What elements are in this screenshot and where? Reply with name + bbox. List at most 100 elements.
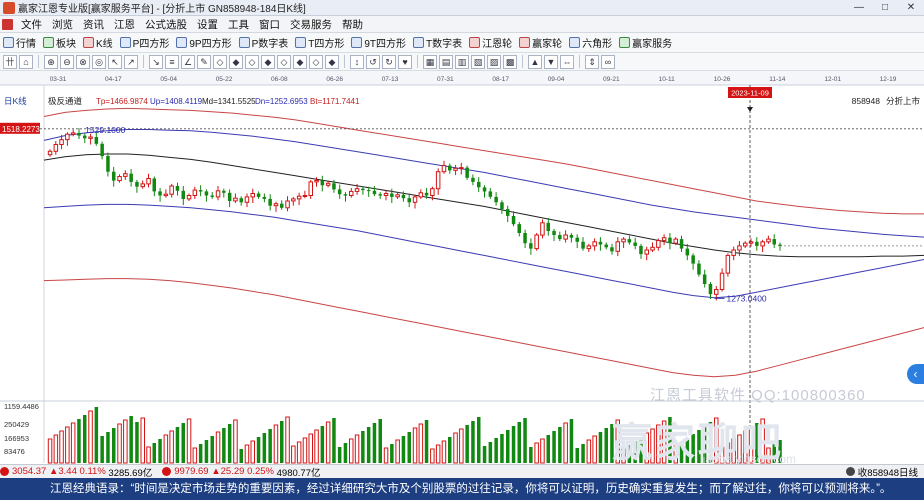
app-menu-icon[interactable] bbox=[2, 18, 13, 30]
candle-body bbox=[186, 195, 192, 200]
draw-tool-0-icon[interactable]: 卄 bbox=[3, 54, 17, 69]
candle-body bbox=[106, 156, 110, 172]
kline-chart[interactable]: 03-31 04-17 05-04 05-22 06-08 06-26 07-13 07-31… bbox=[0, 71, 924, 464]
draw-tool-7-icon[interactable]: ↗ bbox=[124, 54, 138, 69]
index2-change: ▲25.29 bbox=[211, 466, 245, 477]
menu-settings[interactable]: 设置 bbox=[192, 17, 223, 32]
volume-bar bbox=[100, 436, 104, 463]
toolbar-item-7[interactable]: 9T四方形 bbox=[351, 35, 406, 50]
toolbar-item-4[interactable]: 9P四方形 bbox=[176, 35, 232, 50]
draw-tool-18-icon[interactable]: ◇ bbox=[309, 54, 323, 69]
candle-body bbox=[227, 192, 232, 201]
menu-help[interactable]: 帮助 bbox=[337, 17, 368, 32]
toolbar-item-8[interactable]: T数字表 bbox=[413, 35, 462, 50]
toolbar-item-11[interactable]: 六角形 bbox=[569, 35, 612, 50]
draw-tool-5-icon[interactable]: ◎ bbox=[92, 54, 106, 69]
toolbar-item-label: P四方形 bbox=[132, 39, 170, 50]
draw-tool-9-icon[interactable]: ≡ bbox=[165, 54, 179, 69]
date-tick-label: 08-17 bbox=[492, 76, 509, 83]
volume-bar bbox=[112, 428, 116, 463]
draw-tool-8-icon[interactable]: ↘ bbox=[149, 54, 163, 69]
draw-tool-14-icon[interactable]: ◇ bbox=[245, 54, 259, 69]
draw-tool-29-icon[interactable]: ▩ bbox=[503, 54, 517, 69]
draw-tool-25-icon[interactable]: ▤ bbox=[439, 54, 453, 69]
menu-gann[interactable]: 江恩 bbox=[109, 17, 140, 32]
scroll-left-button[interactable]: ‹ bbox=[907, 364, 924, 384]
volume-bar bbox=[233, 419, 238, 464]
toolbar-item-6[interactable]: T四方形 bbox=[295, 35, 344, 50]
draw-tool-15-icon[interactable]: ◆ bbox=[261, 54, 275, 69]
candle-body bbox=[407, 198, 411, 203]
volume-bar bbox=[320, 426, 325, 463]
candle-body bbox=[656, 240, 661, 248]
draw-tool-23-icon[interactable]: ♥ bbox=[398, 54, 412, 69]
menu-browse[interactable]: 浏览 bbox=[47, 17, 78, 32]
candle-body bbox=[592, 241, 597, 247]
menu-formula[interactable]: 公式选股 bbox=[140, 17, 192, 32]
maximize-button[interactable]: □ bbox=[872, 0, 898, 16]
draw-tool-24-icon[interactable]: ▦ bbox=[423, 54, 437, 69]
toolbar-item-9[interactable]: 江恩轮 bbox=[469, 35, 512, 50]
draw-tool-12-icon[interactable]: ◇ bbox=[213, 54, 227, 69]
toolbar-item-10[interactable]: 赢家轮 bbox=[519, 35, 562, 50]
draw-tool-27-icon[interactable]: ▧ bbox=[471, 54, 485, 69]
draw-tool-30-icon[interactable]: ▲ bbox=[528, 54, 542, 69]
volume-bar bbox=[314, 429, 319, 464]
candle-body bbox=[210, 195, 214, 197]
candle-body bbox=[112, 171, 116, 181]
menu-info[interactable]: 资讯 bbox=[78, 17, 109, 32]
toolbar-item-12[interactable]: 赢家服务 bbox=[619, 35, 672, 50]
menu-file[interactable]: 文件 bbox=[16, 17, 47, 32]
toolbar-item-0[interactable]: 行情 bbox=[3, 35, 36, 50]
date-tick-label: 06-08 bbox=[271, 76, 288, 83]
toolbar-item-3[interactable]: P四方形 bbox=[119, 35, 170, 50]
draw-tool-21-icon[interactable]: ↺ bbox=[366, 54, 380, 69]
volume-bar bbox=[529, 447, 533, 463]
menu-window[interactable]: 窗口 bbox=[254, 17, 285, 32]
draw-tool-3-icon[interactable]: ⊖ bbox=[60, 54, 74, 69]
close-button[interactable]: ✕ bbox=[898, 0, 924, 16]
candle-body bbox=[239, 198, 243, 203]
minimize-button[interactable]: — bbox=[846, 0, 872, 16]
draw-tool-10-icon[interactable]: ∠ bbox=[181, 54, 195, 69]
draw-tool-28-icon[interactable]: ▨ bbox=[487, 54, 501, 69]
draw-tool-20-icon[interactable]: ↕ bbox=[350, 54, 364, 69]
candle-body bbox=[302, 195, 308, 197]
volume-bar bbox=[598, 432, 603, 463]
draw-tool-34-icon[interactable]: ∞ bbox=[601, 54, 615, 69]
draw-tool-17-icon[interactable]: ◆ bbox=[293, 54, 307, 69]
draw-tool-32-icon[interactable]: ⇔ bbox=[560, 54, 574, 69]
toolbar-item-5[interactable]: P数字表 bbox=[238, 35, 288, 50]
draw-tool-4-icon[interactable]: ⊗ bbox=[76, 54, 90, 69]
date-tick-label: 05-04 bbox=[160, 76, 177, 83]
volume-bar bbox=[581, 444, 585, 463]
candle-body bbox=[412, 196, 418, 203]
candle-body bbox=[233, 197, 238, 202]
draw-tool-2-icon[interactable]: ⊕ bbox=[44, 54, 58, 69]
draw-tool-11-icon[interactable]: ✎ bbox=[197, 54, 211, 69]
candle-body bbox=[661, 237, 667, 241]
volume-bar bbox=[47, 438, 53, 464]
draw-tool-33-icon[interactable]: ⇕ bbox=[585, 54, 599, 69]
toolbar-item-1[interactable]: 板块 bbox=[43, 35, 76, 50]
status-index1[interactable]: 3054.37 ▲3.44 0.11% 3285.69亿 bbox=[0, 465, 152, 479]
volume-bar bbox=[372, 423, 377, 463]
volume-bar bbox=[152, 443, 156, 463]
draw-tool-1-icon[interactable]: ⌂ bbox=[19, 54, 33, 69]
candle-body bbox=[685, 248, 690, 256]
menu-tools[interactable]: 工具 bbox=[223, 17, 254, 32]
draw-tool-13-icon[interactable]: ◆ bbox=[229, 54, 243, 69]
code-label: 858948 bbox=[852, 96, 881, 106]
menu-trade[interactable]: 交易服务 bbox=[285, 17, 337, 32]
draw-tool-19-icon[interactable]: ◆ bbox=[325, 54, 339, 69]
toolbar-item-label: 行情 bbox=[16, 39, 36, 50]
status-index2[interactable]: 9979.69 ▲25.29 0.25% 4980.77亿 bbox=[162, 465, 320, 479]
draw-tool-26-icon[interactable]: ▥ bbox=[455, 54, 469, 69]
draw-tool-6-icon[interactable]: ↖ bbox=[108, 54, 122, 69]
toolbar-item-label: 六角形 bbox=[582, 39, 613, 50]
draw-tool-16-icon[interactable]: ◇ bbox=[277, 54, 291, 69]
draw-tool-31-icon[interactable]: ▼ bbox=[544, 54, 558, 69]
candle-body bbox=[88, 136, 93, 139]
draw-tool-22-icon[interactable]: ↻ bbox=[382, 54, 396, 69]
toolbar-item-2[interactable]: K线 bbox=[83, 35, 113, 50]
